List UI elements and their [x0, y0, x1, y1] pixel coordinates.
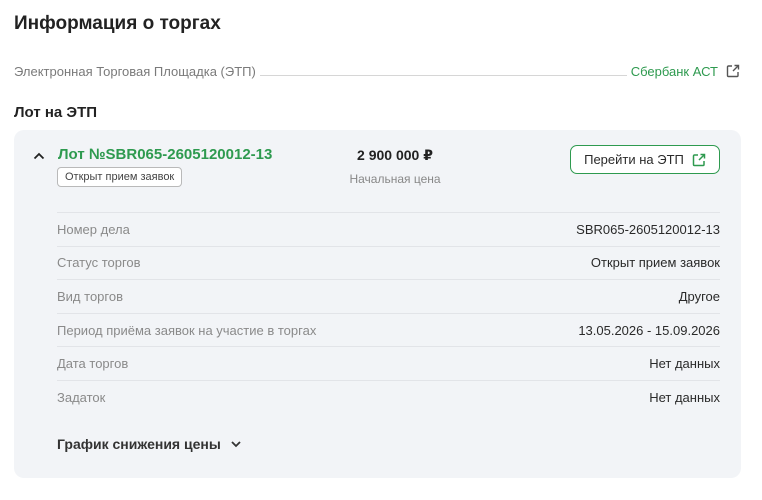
detail-value: Нет данных — [649, 356, 720, 372]
etp-row: Электронная Торговая Площадка (ЭТП) Сбер… — [14, 61, 740, 81]
detail-row: Период приёма заявок на участие в торгах… — [57, 312, 720, 347]
etp-platform-name: Сбербанк АСТ — [630, 63, 718, 79]
price-schedule-label: График снижения цены — [57, 436, 221, 452]
price-caption: Начальная цена — [349, 172, 441, 186]
detail-label: Период приёма заявок на участие в торгах — [57, 322, 317, 338]
etp-platform-link[interactable]: Сбербанк АСТ — [631, 64, 740, 79]
external-link-icon — [726, 64, 740, 78]
detail-row: Вид торгов Другое — [57, 279, 720, 313]
detail-row: Статус торгов Открыт прием заявок — [57, 245, 720, 280]
detail-value: Другое — [678, 288, 720, 304]
detail-row: Номер дела SBR065-2605120012-13 — [57, 212, 720, 246]
page-title: Информация о торгах — [14, 13, 221, 34]
lot-details: Номер дела SBR065-2605120012-13 Статус т… — [57, 212, 720, 414]
detail-row: Задаток Нет данных — [57, 379, 720, 414]
detail-label: Вид торгов — [57, 288, 123, 304]
detail-label: Статус торгов — [57, 255, 141, 271]
go-to-etp-button[interactable]: Перейти на ЭТП — [570, 145, 720, 174]
detail-label: Номер дела — [57, 221, 130, 237]
detail-value: 13.05.2026 - 15.09.2026 — [578, 322, 720, 338]
dotted-leader-line — [259, 75, 627, 76]
go-to-etp-label: Перейти на ЭТП — [584, 152, 684, 167]
lot-section-title: Лот на ЭТП — [14, 104, 98, 121]
detail-value: Открыт прием заявок — [590, 255, 720, 271]
chevron-down-icon — [231, 441, 241, 448]
detail-row: Дата торгов Нет данных — [57, 346, 720, 380]
lot-card: Лот №SBR065-2605120012-13 Открыт прием з… — [14, 130, 741, 478]
detail-label: Дата торгов — [57, 356, 129, 372]
detail-label: Задаток — [57, 389, 106, 405]
external-link-icon — [692, 153, 706, 166]
status-badge: Открыт прием заявок — [57, 167, 183, 187]
detail-value: SBR065-2605120012-13 — [576, 221, 720, 237]
etp-label: Электронная Торговая Площадка (ЭТП) — [14, 63, 256, 79]
lot-price: 2 900 000 ₽ — [357, 147, 433, 163]
lot-title-link[interactable]: Лот №SBR065-2605120012-13 — [58, 146, 272, 163]
detail-value: Нет данных — [649, 389, 720, 405]
price-schedule-toggle[interactable]: График снижения цены — [57, 436, 243, 452]
chevron-up-icon[interactable] — [31, 148, 47, 164]
